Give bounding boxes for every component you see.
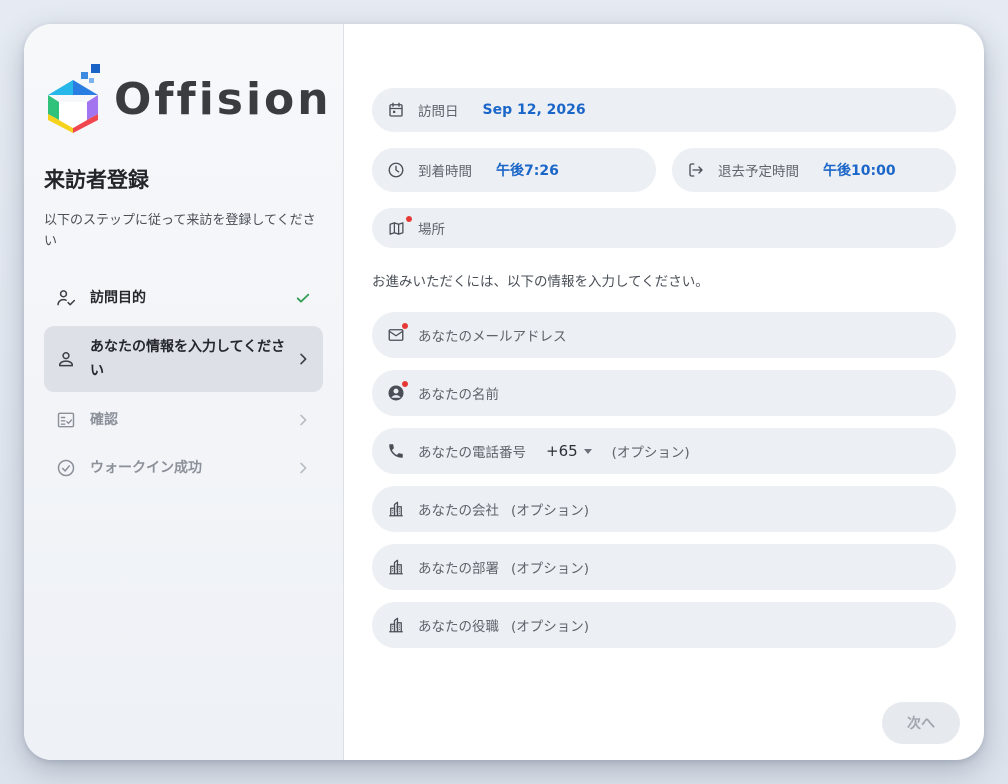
company-optional-hint: (オプション)	[511, 503, 590, 519]
checklist-icon	[56, 410, 76, 430]
step-enter-info[interactable]: あなたの情報を入力してください	[44, 326, 323, 392]
required-indicator	[402, 323, 408, 329]
sidebar: Offision 来訪者登録 以下のステップに従って来訪を登録してください 訪問…	[24, 24, 344, 760]
step-label: 確認	[90, 412, 118, 428]
check-icon	[295, 290, 311, 306]
next-button[interactable]: 次へ	[882, 702, 960, 744]
position-label: あなたの役職	[418, 619, 499, 635]
arrival-time-label: 到着時間	[418, 164, 472, 180]
calendar-icon	[386, 100, 406, 120]
company-label: あなたの会社	[418, 503, 499, 519]
offision-logo-icon	[48, 64, 100, 133]
phone-optional-hint: (オプション)	[611, 445, 690, 461]
check-circle-icon	[56, 458, 76, 478]
brand-name: Offision	[114, 73, 332, 125]
building-icon	[386, 615, 406, 635]
exit-icon	[686, 160, 706, 180]
arrival-time-value: 午後7:26	[496, 163, 559, 179]
building-icon	[386, 557, 406, 577]
phone-label: あなたの電話番号	[418, 445, 526, 461]
name-label: あなたの名前	[418, 387, 499, 403]
country-code-select[interactable]: +65	[546, 442, 592, 460]
step-label: あなたの情報を入力してください	[90, 339, 286, 379]
department-label: あなたの部署	[418, 561, 499, 577]
person-check-icon	[56, 288, 76, 308]
chevron-right-icon	[295, 351, 311, 367]
user-circle-icon	[386, 381, 408, 403]
chevron-right-icon	[295, 460, 311, 476]
brand-logo: Offision	[44, 64, 329, 134]
visitor-form: 訪問日 Sep 12, 2026 到着時間 午後7:26 退去予定時間 午後10…	[344, 24, 984, 760]
visit-date-value: Sep 12, 2026	[482, 102, 586, 118]
email-field[interactable]: あなたのメールアドレス	[372, 312, 956, 358]
step-confirm[interactable]: 確認	[44, 396, 323, 444]
step-label: ウォークイン成功	[90, 460, 202, 476]
building-icon	[386, 499, 406, 519]
map-icon	[386, 216, 412, 238]
departure-time-value: 午後10:00	[823, 163, 896, 179]
page-subtitle: 以下のステップに従って来訪を登録してください	[44, 213, 316, 249]
caret-down-icon	[583, 448, 592, 454]
department-field[interactable]: あなたの部署 (オプション)	[372, 544, 956, 590]
registration-card: Offision 来訪者登録 以下のステップに従って来訪を登録してください 訪問…	[24, 24, 984, 760]
step-list: 訪問目的 あなたの情報を入力してください 確認 ウォークイン成功	[44, 274, 323, 492]
person-icon	[56, 349, 76, 369]
name-field[interactable]: あなたの名前	[372, 370, 956, 416]
page-title: 来訪者登録	[44, 168, 149, 192]
departure-time-field[interactable]: 退去予定時間 午後10:00	[672, 148, 956, 192]
company-field[interactable]: あなたの会社 (オプション)	[372, 486, 956, 532]
required-indicator	[402, 381, 408, 387]
location-label: 場所	[418, 222, 445, 238]
country-code-value: +65	[546, 442, 578, 460]
form-hint: お進みいただくには、以下の情報を入力してください。	[372, 274, 709, 290]
location-field[interactable]: 場所	[372, 208, 956, 248]
department-optional-hint: (オプション)	[511, 561, 590, 577]
email-label: あなたのメールアドレス	[418, 329, 567, 345]
position-field[interactable]: あなたの役職 (オプション)	[372, 602, 956, 648]
departure-time-label: 退去予定時間	[718, 164, 799, 180]
visit-date-label: 訪問日	[418, 104, 459, 120]
phone-field[interactable]: あなたの電話番号 +65 (オプション)	[372, 428, 956, 474]
step-walkin-success[interactable]: ウォークイン成功	[44, 444, 323, 492]
step-label: 訪問目的	[90, 290, 146, 306]
visit-date-field[interactable]: 訪問日 Sep 12, 2026	[372, 88, 956, 132]
required-indicator	[406, 216, 412, 222]
clock-icon	[386, 160, 406, 180]
phone-icon	[386, 441, 406, 461]
arrival-time-field[interactable]: 到着時間 午後7:26	[372, 148, 656, 192]
mail-icon	[386, 323, 408, 345]
step-visit-purpose[interactable]: 訪問目的	[44, 274, 323, 322]
chevron-right-icon	[295, 412, 311, 428]
position-optional-hint: (オプション)	[511, 619, 590, 635]
